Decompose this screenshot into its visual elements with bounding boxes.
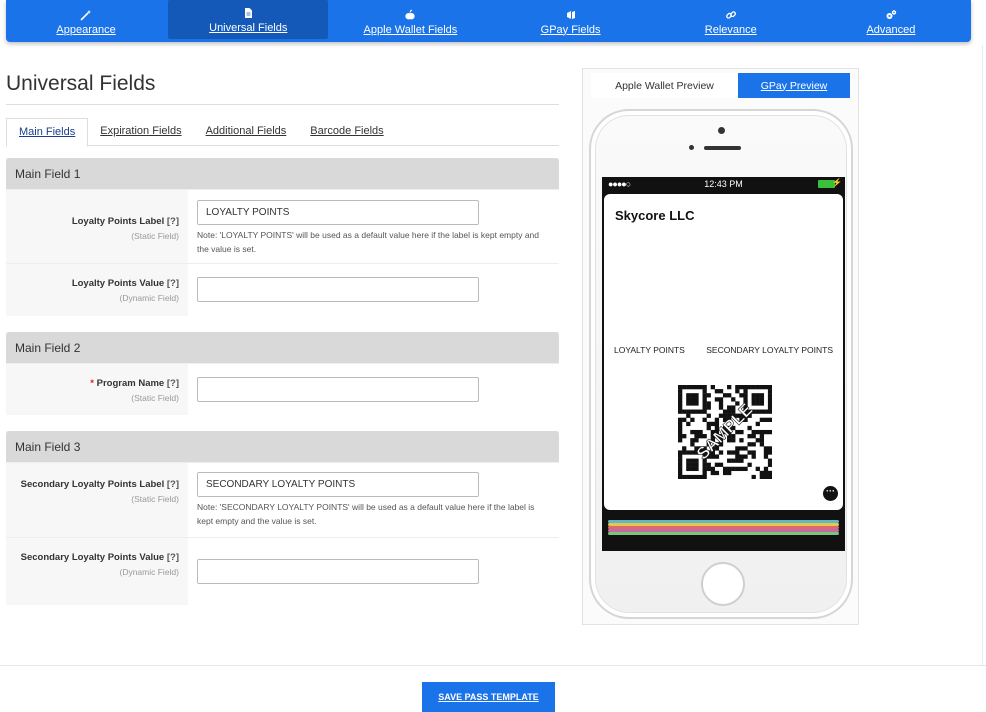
field-label: * Program Name [?] (Static Field) [6, 364, 188, 415]
magic-wand-icon [80, 9, 92, 21]
camera-icon [718, 127, 725, 134]
field-label: Secondary Loyalty Points Value [?] (Dyna… [6, 538, 188, 605]
more-icon[interactable]: ··· [823, 486, 838, 501]
charging-icon: ⚡ [832, 178, 842, 187]
form-row: * Program Name [?] (Static Field) [6, 363, 559, 415]
label-text: Secondary Loyalty Points Value [20, 552, 165, 563]
page-title: Universal Fields [6, 72, 156, 95]
title-divider [6, 104, 559, 105]
nav-advanced-label: Advanced [866, 23, 916, 36]
document-icon [242, 7, 254, 19]
label-text: Loyalty Points Value [71, 278, 165, 289]
link-icon [725, 9, 737, 21]
required-marker: * [90, 378, 94, 389]
help-link[interactable]: [?] [167, 278, 179, 289]
tab-expiration-fields[interactable]: Expiration Fields [88, 118, 193, 146]
nav-apple-wallet-fields[interactable]: Apple Wallet Fields [330, 0, 490, 42]
nav-relevance[interactable]: Relevance [651, 0, 811, 42]
label-text: Secondary Loyalty Points Label [20, 479, 165, 490]
field-cell [188, 538, 559, 605]
field-label: Secondary Loyalty Points Label [?] (Stat… [6, 463, 188, 537]
form-row: Loyalty Points Label [?] (Static Field) … [6, 189, 559, 263]
stacked-pass [608, 532, 839, 535]
section-title: Main Field 3 [6, 431, 559, 462]
pass-stack [604, 510, 843, 550]
loyalty-points-value-input[interactable] [197, 277, 479, 302]
tab-barcode-fields[interactable]: Barcode Fields [298, 118, 395, 146]
field-cell [188, 364, 559, 415]
field-cell: Note: 'LOYALTY POINTS' will be used as a… [188, 190, 559, 263]
nav-appearance[interactable]: Appearance [6, 0, 166, 42]
pass-preview-panel: Apple Wallet Preview GPay Preview ●●●●○ … [582, 68, 859, 625]
secondary-loyalty-points-value-input[interactable] [197, 559, 479, 584]
save-pass-template-button[interactable]: SAVE PASS TEMPLATE [422, 682, 555, 712]
tab-main-fields[interactable]: Main Fields [6, 118, 89, 147]
field-note: Note: 'LOYALTY POINTS' will be used as a… [197, 230, 540, 254]
nav-gpay-fields[interactable]: GPay Fields [491, 0, 651, 42]
field-hint: (Dynamic Field) [119, 293, 179, 303]
label-text: Loyalty Points Label [71, 216, 165, 227]
gears-icon [885, 9, 897, 21]
status-bar: ●●●●○ 12:43 PM ⚡ [602, 177, 845, 191]
tab-additional-fields[interactable]: Additional Fields [194, 118, 299, 146]
field-hint: (Static Field) [131, 231, 179, 241]
pass-field-1-label: LOYALTY POINTS [614, 345, 685, 355]
tab-apple-wallet-preview[interactable]: Apple Wallet Preview [591, 73, 738, 98]
nav-universal-fields-label: Universal Fields [209, 22, 288, 34]
form-row: Loyalty Points Value [?] (Dynamic Field) [6, 263, 559, 316]
preview-tabs: Apple Wallet Preview GPay Preview [591, 73, 850, 98]
nav-advanced[interactable]: Advanced [811, 0, 971, 42]
speaker-icon [704, 146, 741, 150]
field-cell: Note: 'SECONDARY LOYALTY POINTS' will be… [188, 463, 559, 537]
loyalty-points-label-input[interactable] [197, 200, 479, 225]
help-link[interactable]: [?] [167, 479, 179, 490]
qr-code: SAMPLE [678, 385, 772, 479]
wallet-pass-card: Skycore LLC LOYALTY POINTS SECONDARY LOY… [604, 194, 843, 510]
nav-universal-fields[interactable]: Universal Fields [168, 0, 329, 39]
tab-gpay-preview[interactable]: GPay Preview [738, 73, 850, 98]
field-label: Loyalty Points Value [?] (Dynamic Field) [6, 264, 188, 316]
pass-org-name: Skycore LLC [615, 208, 695, 223]
apple-icon [404, 9, 416, 21]
field-cell [188, 264, 559, 316]
form-row: Secondary Loyalty Points Label [?] (Stat… [6, 462, 559, 537]
section-main-field-2: Main Field 2 * Program Name [?] (Static … [6, 332, 559, 415]
section-main-field-1: Main Field 1 Loyalty Points Label [?] (S… [6, 158, 559, 316]
label-text: Program Name [96, 378, 165, 389]
secondary-loyalty-points-label-input[interactable] [197, 472, 479, 497]
phone-mockup: ●●●●○ 12:43 PM ⚡ Skycore LLC LOYALTY POI… [589, 109, 853, 619]
gpay-icon [565, 9, 577, 21]
top-nav: Appearance Universal Fields Apple Wallet… [6, 0, 971, 42]
program-name-input[interactable] [197, 377, 479, 402]
nav-apple-wallet-fields-label: Apple Wallet Fields [363, 23, 458, 36]
footer-divider [0, 665, 986, 666]
help-link[interactable]: [?] [167, 552, 179, 563]
side-divider [982, 45, 983, 665]
section-title: Main Field 2 [6, 332, 559, 363]
nav-appearance-label: Appearance [56, 23, 116, 36]
field-hint: (Dynamic Field) [119, 567, 179, 577]
status-time: 12:43 PM [704, 179, 743, 189]
nav-gpay-fields-label: GPay Fields [540, 23, 601, 36]
subtab-bar: Main Fields Expiration Fields Additional… [6, 118, 559, 147]
sensor-icon [689, 145, 694, 150]
home-button-icon [701, 562, 745, 606]
field-hint: (Static Field) [131, 393, 179, 403]
form-row: Secondary Loyalty Points Value [?] (Dyna… [6, 537, 559, 605]
help-link[interactable]: [?] [167, 216, 179, 227]
field-note: Note: 'SECONDARY LOYALTY POINTS' will be… [197, 502, 535, 526]
pass-field-2-label: SECONDARY LOYALTY POINTS [706, 345, 833, 355]
help-link[interactable]: [?] [167, 378, 179, 389]
nav-relevance-label: Relevance [704, 23, 757, 36]
phone-screen: ●●●●○ 12:43 PM ⚡ Skycore LLC LOYALTY POI… [602, 177, 845, 551]
field-hint: (Static Field) [131, 494, 179, 504]
section-title: Main Field 1 [6, 158, 559, 189]
section-main-field-3: Main Field 3 Secondary Loyalty Points La… [6, 431, 559, 605]
field-label: Loyalty Points Label [?] (Static Field) [6, 190, 188, 263]
